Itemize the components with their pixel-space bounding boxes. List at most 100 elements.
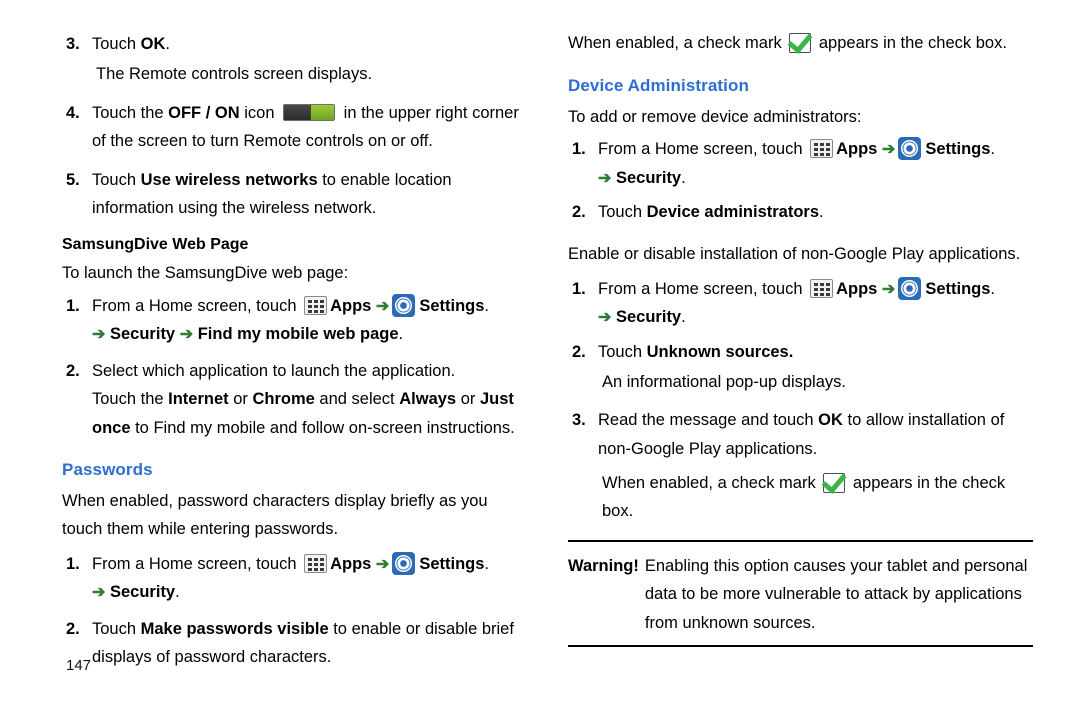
- list-item: 5. Touch Use wireless networks to enable…: [62, 166, 527, 223]
- settings-label: Settings: [419, 296, 485, 315]
- green-check-icon: [789, 33, 812, 53]
- step-text: Touch Use wireless networks to enable lo…: [92, 166, 527, 223]
- apps-label: Apps: [330, 296, 372, 315]
- settings-gear-icon: [898, 137, 922, 161]
- list-item: 3. Touch OK.: [62, 30, 527, 58]
- step-text-pre: From a Home screen, touch: [92, 554, 302, 573]
- step-number: 1.: [572, 140, 586, 159]
- security-label: Security: [616, 168, 682, 187]
- step-text-pre: Touch: [92, 619, 141, 638]
- enable-install-paragraph: Enable or disable installation of non-Go…: [568, 244, 1021, 263]
- page-number: 147: [66, 657, 92, 674]
- step-text: Touch OK.: [92, 30, 527, 58]
- samsungdive-intro: To launch the SamsungDive web page:: [62, 264, 349, 283]
- gear-center: [402, 554, 405, 573]
- apps-label: Apps: [330, 554, 372, 573]
- list-item: 2. Touch Unknown sources.: [568, 338, 1033, 366]
- apps-grid-icon: [304, 553, 328, 573]
- step-text-bold: OK: [140, 35, 166, 53]
- settings-label: Settings: [925, 140, 991, 159]
- subheading-samsungdive: SamsungDive Web Page: [62, 236, 249, 254]
- or-1: or: [228, 390, 253, 409]
- step-text-post: .: [165, 35, 170, 53]
- settings-label: Settings: [419, 554, 485, 573]
- step2-line3: to Find my mobile and follow on-screen i…: [130, 418, 515, 437]
- step-number: 2.: [572, 342, 586, 361]
- list-item: 1. From a Home screen, touch Apps ➔ Setti…: [568, 275, 1033, 332]
- security-label: Security: [110, 325, 176, 344]
- step-text: Touch Device administrators.: [598, 198, 1033, 226]
- list-item: 2. Select which application to launch th…: [62, 357, 527, 442]
- step-text: Touch the OFF / ON icon in the upper rig…: [92, 99, 527, 156]
- green-check-icon: [823, 473, 846, 494]
- right-arrow-icon: ➔: [881, 141, 896, 159]
- right-arrow-icon: ➔: [375, 555, 390, 573]
- apps-grid-icon: [810, 139, 834, 159]
- step-text-pre: From a Home screen, touch: [598, 279, 808, 298]
- off-on-toggle-icon: [283, 103, 336, 121]
- step-text-period: .: [484, 296, 490, 315]
- list-item: 3. Read the message and touch OK to allo…: [568, 406, 1033, 463]
- step-text-pre: From a Home screen, touch: [598, 140, 808, 159]
- list-item: 2. Touch Make passwords visible to enabl…: [62, 615, 527, 672]
- step-text: From a Home screen, touch Apps ➔ Settings…: [92, 550, 527, 607]
- warning-block: Warning! Enabling this option causes you…: [568, 552, 1033, 637]
- gear-center: [402, 296, 405, 315]
- step2-mid: and select: [314, 390, 400, 409]
- apps-grid-icon: [810, 278, 834, 298]
- unknown-sources-label: Unknown sources.: [646, 342, 794, 361]
- left-column: 3. Touch OK. The Remote controls screen …: [62, 30, 527, 673]
- device-admin-intro: To add or remove device administrators:: [568, 107, 862, 126]
- checkmark-note: When enabled, a check mark appears in th…: [568, 30, 1033, 58]
- step-text: From a Home screen, touch Apps ➔ Settings…: [92, 292, 527, 349]
- right-arrow-icon: ➔: [881, 280, 896, 298]
- manual-page: 3. Touch OK. The Remote controls screen …: [0, 0, 1080, 720]
- step-number: 1.: [66, 554, 80, 573]
- right-arrow-icon-2: ➔: [92, 584, 106, 602]
- internet-label: Internet: [168, 390, 229, 409]
- step-text-pre: Touch: [598, 203, 647, 222]
- ok-label: OK: [818, 411, 843, 430]
- step-period-2: .: [681, 168, 686, 187]
- step-number: 2.: [66, 619, 80, 638]
- step-text: From a Home screen, touch Apps ➔ Settings…: [598, 135, 1033, 192]
- step-number: 4.: [66, 103, 80, 122]
- toggle-knob: [310, 104, 335, 120]
- gear-center: [908, 139, 911, 158]
- checkmark-note-pre: When enabled, a check mark: [568, 34, 787, 52]
- step2-line1: Select which application to launch the a…: [92, 362, 456, 380]
- step-text: Select which application to launch the a…: [92, 357, 527, 442]
- warning-label: Warning!: [568, 556, 639, 575]
- right-column: When enabled, a check mark appears in th…: [568, 30, 1033, 657]
- right-arrow-icon-2: ➔: [92, 326, 106, 344]
- list-item: 1. From a Home screen, touch Apps ➔ Setti…: [62, 550, 527, 607]
- step-period-2: .: [681, 308, 686, 327]
- right-arrow-icon-2: ➔: [598, 309, 612, 327]
- chrome-label: Chrome: [252, 390, 315, 409]
- step-number: 3.: [66, 35, 80, 53]
- step-text-pre: Touch: [92, 170, 141, 189]
- step-text: Touch Unknown sources.: [598, 338, 1033, 366]
- step-period: .: [990, 140, 996, 159]
- step-text: From a Home screen, touch Apps ➔ Settings…: [598, 275, 1033, 332]
- settings-gear-icon: [898, 276, 922, 300]
- warning-text: Enabling this option causes your tablet …: [644, 556, 1028, 632]
- find-my-mobile-label: Find my mobile web page: [197, 325, 399, 344]
- step-text: Read the message and touch OK to allow i…: [598, 406, 1033, 463]
- step3-note: The Remote controls screen displays.: [96, 65, 373, 84]
- checkmark-note-post: appears in the check box.: [814, 34, 1007, 52]
- list-item: 2. Touch Device administrators.: [568, 198, 1033, 226]
- step-period-2: .: [175, 583, 180, 602]
- warning-rule-bottom: [568, 644, 1033, 647]
- step-text-mid: icon: [239, 103, 280, 122]
- right-arrow-icon-3: ➔: [179, 326, 194, 344]
- make-passwords-visible-label: Make passwords visible: [140, 619, 329, 638]
- checkmark-note2-pre: When enabled, a check mark: [602, 474, 821, 493]
- security-label: Security: [616, 308, 682, 327]
- step-number: 3.: [572, 411, 586, 430]
- step-text: Touch Make passwords visible to enable o…: [92, 615, 527, 672]
- gear-center: [908, 279, 911, 298]
- step-text-pre: Touch: [598, 342, 647, 361]
- step-text-pre: Touch the: [92, 103, 169, 122]
- apps-grid-icon: [304, 295, 328, 315]
